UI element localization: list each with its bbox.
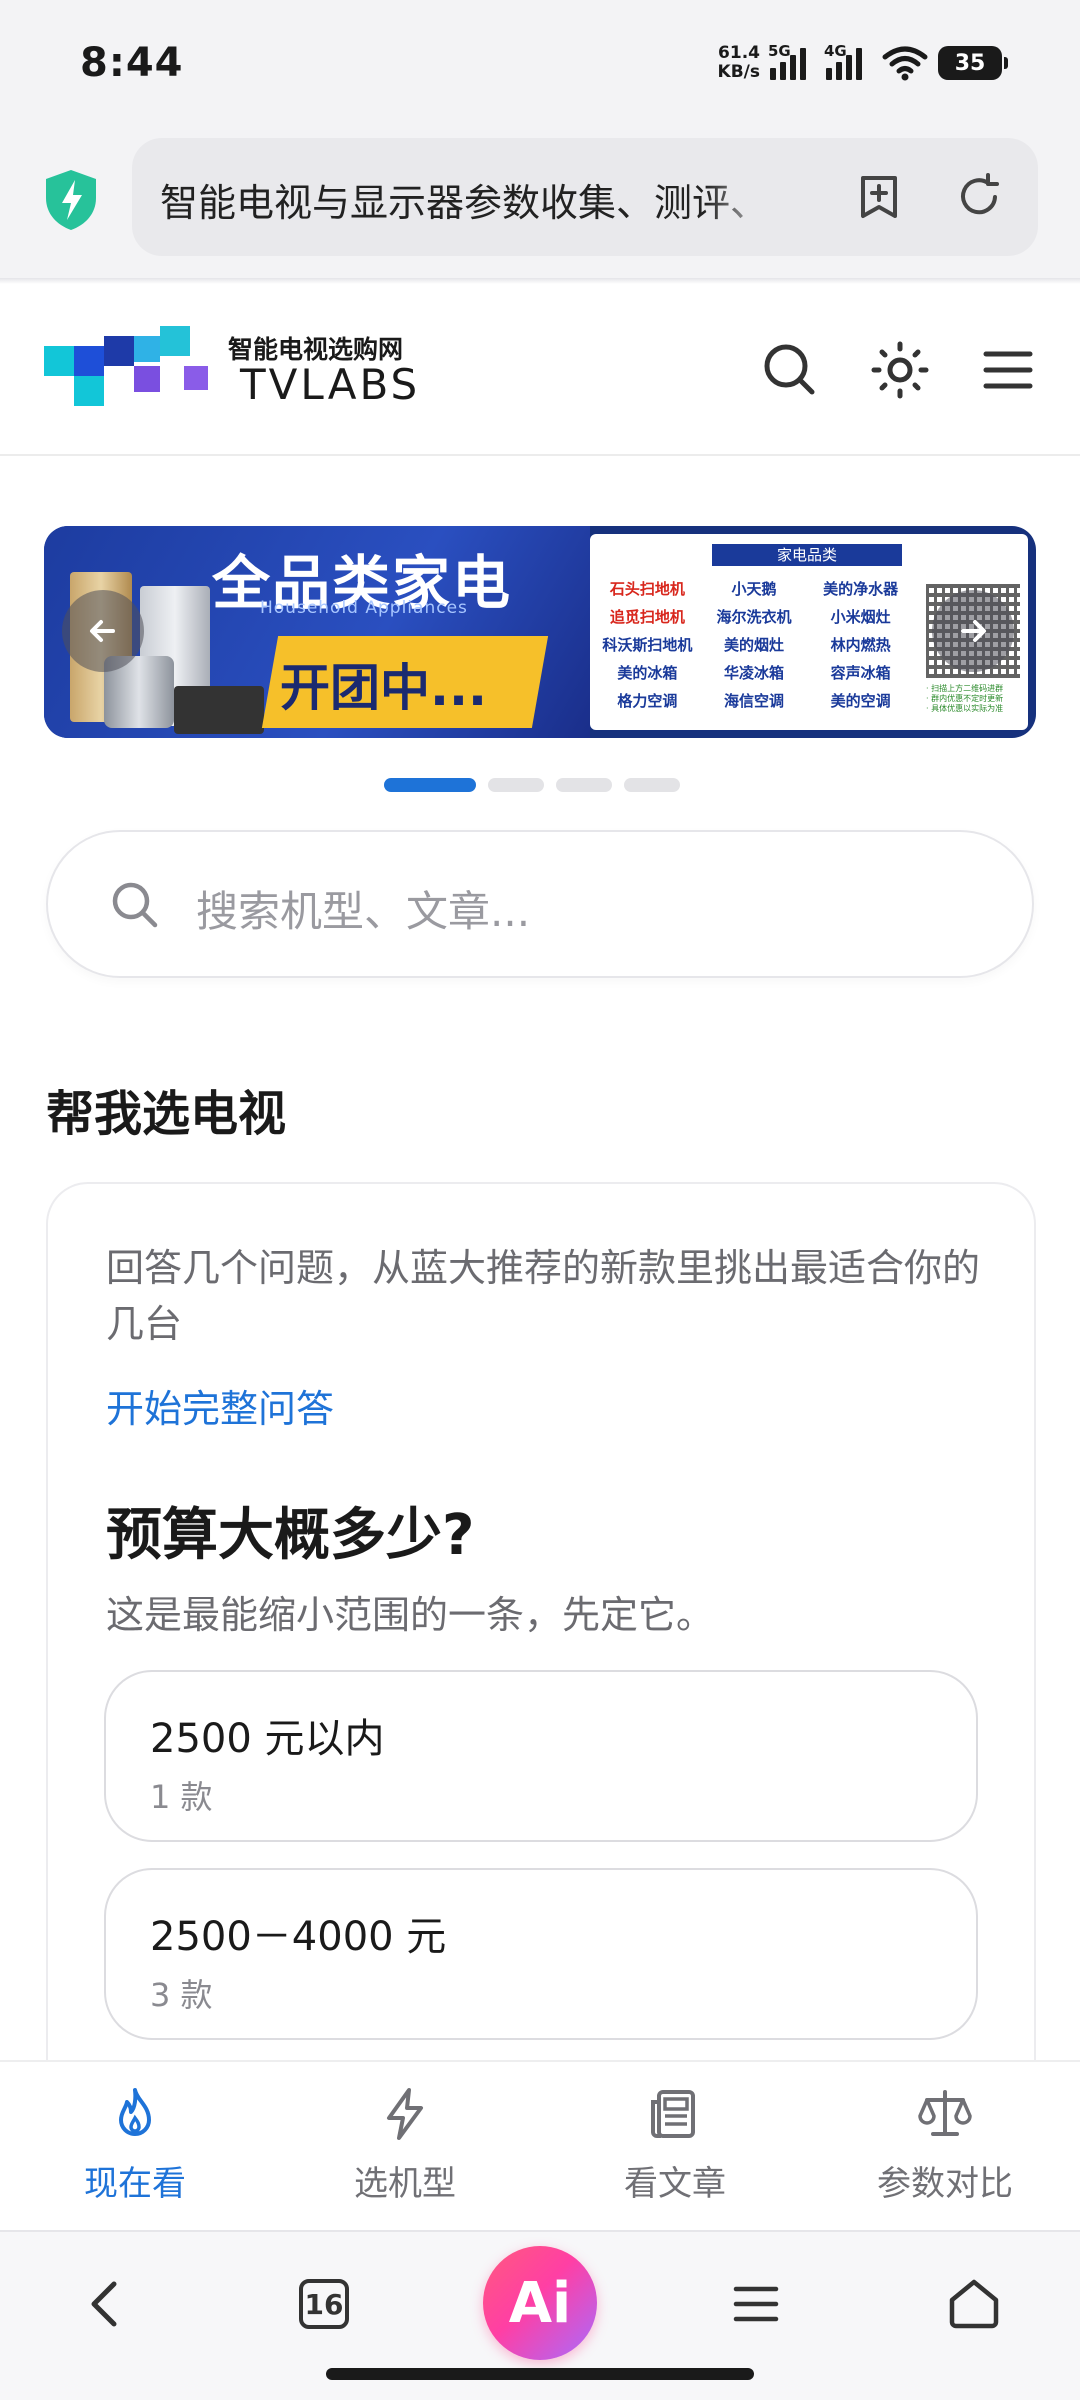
browser-menu-button[interactable]: [714, 2262, 798, 2346]
banner-category-grid: 石头扫地机 小天鹅 美的净水器追觅扫地机 海尔洗衣机 小米烟灶科沃斯扫地机 美的烟灶 林内燃…: [594, 578, 914, 712]
site-search-input[interactable]: 搜索机型、文章...: [46, 830, 1034, 978]
banner-category-item: 石头扫地机: [609, 580, 685, 598]
network-speed: 61.4 KB/s: [718, 44, 760, 82]
signal-5g-icon: 5G: [768, 42, 816, 80]
menu-icon: [733, 2286, 779, 2322]
banner-category-item: 科沃斯扫地机: [602, 636, 693, 654]
menu-icon[interactable]: [972, 334, 1044, 406]
option-label: 2500 元以内: [150, 1716, 385, 1762]
section-title: 帮我选电视: [46, 1086, 287, 1142]
budget-option[interactable]: 2500－4000 元 3 款: [104, 1868, 978, 2040]
search-placeholder[interactable]: 搜索机型、文章...: [196, 878, 530, 939]
search-icon[interactable]: [754, 334, 826, 406]
banner-category-item: 海信空调: [723, 692, 784, 710]
carousel-next-button[interactable]: [932, 590, 1014, 672]
status-time: 8:44: [80, 40, 184, 86]
banner-category-item: 华凌冰箱: [723, 664, 784, 682]
banner-tag: 开团中...: [280, 659, 487, 717]
qr-note: · 扫描上方二维码进群: [926, 684, 1004, 693]
site-bottom-nav: 现在看 选机型 看文章 参数对比: [0, 2060, 1080, 2230]
network-speed-value: 61.4: [718, 43, 760, 63]
option-count: 1 款: [150, 1778, 213, 1816]
budget-option[interactable]: 2500 元以内 1 款: [104, 1670, 978, 1842]
arrow-left-icon: [90, 620, 115, 642]
home-icon: [949, 2279, 999, 2329]
carousel-dot[interactable]: [384, 778, 476, 792]
nav-item-pick-model[interactable]: 选机型: [270, 2062, 540, 2230]
refresh-icon[interactable]: [952, 170, 1006, 224]
nav-item-articles[interactable]: 看文章: [540, 2062, 810, 2230]
banner-category-item: 小米烟灶: [830, 608, 891, 626]
nav-item-now-watching[interactable]: 现在看: [0, 2062, 270, 2230]
nav-label: 参数对比: [877, 2164, 1013, 2204]
banner-category-item: 格力空调: [617, 692, 678, 710]
logo-mark-icon: [44, 326, 208, 406]
url-field[interactable]: 智能电视与显示器参数收集、测评、: [132, 138, 1038, 256]
carousel-dot[interactable]: [624, 778, 680, 792]
theme-toggle-sun-icon[interactable]: [864, 334, 936, 406]
banner-category-item: 小天鹅: [731, 580, 777, 598]
signal-4g-icon: 4G: [824, 42, 872, 80]
tab-count: 16: [299, 2279, 349, 2329]
banner-category-item: 美的空调: [830, 692, 891, 710]
newspaper-icon: [651, 2090, 695, 2138]
carousel-dot[interactable]: [556, 778, 612, 792]
ai-assistant-button[interactable]: Ai: [483, 2246, 597, 2360]
battery-icon: 35: [938, 46, 1008, 80]
picker-description: 回答几个问题，从蓝大推荐的新款里挑出最适合你的几台: [106, 1246, 981, 1346]
flame-icon: [119, 2088, 151, 2136]
logo-english-name: TVLABS: [240, 360, 421, 409]
qr-note: · 群内优惠不定时更新: [926, 694, 1004, 703]
lightning-icon: [387, 2088, 423, 2140]
home-indicator[interactable]: [326, 2368, 754, 2380]
banner-category-item: 美的冰箱: [617, 664, 678, 682]
signal-5g-label: 5G: [768, 42, 791, 60]
qr-notes: · 扫描上方二维码进群 · 群内优惠不定时更新 · 具体优惠以实际为准: [926, 684, 1020, 714]
banner-category-item: 容声冰箱: [830, 664, 891, 682]
banner-category-item: 追觅扫地机: [609, 608, 685, 626]
banner-list-header: 家电品类: [712, 544, 902, 566]
home-button[interactable]: [932, 2262, 1016, 2346]
browser-address-bar: 智能电视与显示器参数收集、测评、: [0, 130, 1080, 280]
question-title: 预算大概多少?: [106, 1503, 475, 1568]
carousel-indicators[interactable]: [384, 778, 680, 792]
qr-note: · 具体优惠以实际为准: [926, 704, 1004, 713]
nav-label: 选机型: [354, 2164, 456, 2204]
add-bookmark-icon[interactable]: [852, 170, 906, 224]
search-icon: [112, 882, 158, 928]
status-indicators: 61.4 KB/s 5G 4G 35: [718, 38, 1008, 88]
site-header: 智能电视选购网 TVLABS: [0, 284, 1080, 456]
back-button[interactable]: [64, 2262, 148, 2346]
nav-label: 看文章: [624, 2164, 726, 2204]
chevron-left-icon: [91, 2281, 117, 2327]
scale-icon: [918, 2090, 972, 2136]
tabs-button[interactable]: 16: [282, 2262, 366, 2346]
start-quiz-link[interactable]: 开始完整问答: [106, 1378, 334, 1433]
signal-4g-label: 4G: [824, 42, 847, 60]
wifi-icon: [882, 46, 928, 81]
site-logo[interactable]: 智能电视选购网 TVLABS: [44, 326, 424, 422]
carousel-prev-button[interactable]: [62, 590, 144, 672]
nav-label: 现在看: [84, 2164, 186, 2204]
nav-item-compare[interactable]: 参数对比: [810, 2062, 1080, 2230]
network-speed-unit: KB/s: [717, 62, 760, 82]
promo-banner[interactable]: 全品类家电 Household Appliances 开团中... 家电品类 石…: [44, 526, 1036, 738]
banner-category-item: 美的净水器: [823, 580, 899, 598]
oven-image: [174, 686, 264, 734]
option-label: 2500－4000 元: [150, 1914, 447, 1960]
carousel-dot[interactable]: [488, 778, 544, 792]
arrow-right-icon: [961, 620, 986, 642]
banner-category-item: 林内燃热: [830, 636, 891, 654]
banner-category-item: 美的烟灶: [723, 636, 784, 654]
status-bar: 8:44 61.4 KB/s 5G 4G 35: [0, 0, 1080, 130]
question-hint: 这是最能缩小范围的一条，先定它。: [106, 1593, 715, 1637]
security-shield-icon[interactable]: [42, 168, 100, 232]
tv-picker-card: 回答几个问题，从蓝大推荐的新款里挑出最适合你的几台 开始完整问答 预算大概多少?…: [46, 1182, 1036, 2082]
url-text[interactable]: 智能电视与显示器参数收集、测评、: [160, 172, 780, 227]
banner-category-item: 海尔洗衣机: [716, 608, 792, 626]
option-count: 3 款: [150, 1976, 213, 2014]
banner-subtitle: Household Appliances: [260, 598, 468, 618]
